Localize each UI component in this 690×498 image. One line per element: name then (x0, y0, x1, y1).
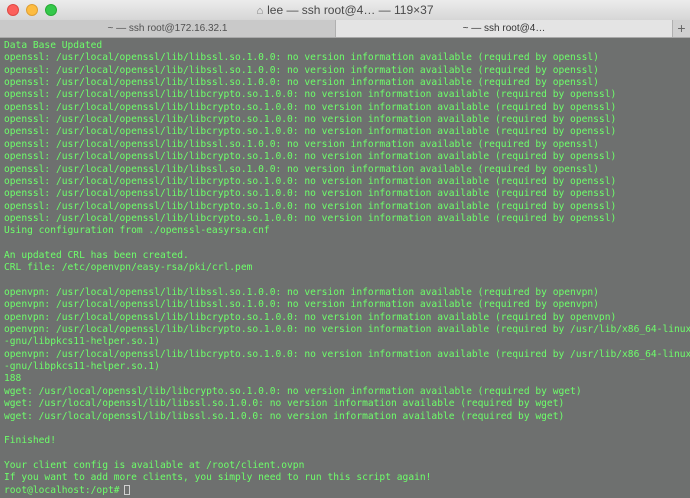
terminal-line: openssl: /usr/local/openssl/lib/libssl.s… (4, 138, 599, 150)
terminal-line: openssl: /usr/local/openssl/lib/libcrypt… (4, 89, 617, 101)
terminal-line: wget: /usr/local/openssl/lib/libssl.so.1… (4, 410, 565, 422)
terminal-line: openssl: /usr/local/openssl/lib/libssl.s… (4, 64, 599, 76)
terminal-line: openssl: /usr/local/openssl/lib/libcrypt… (4, 126, 617, 138)
house-icon: ⌂ (256, 5, 264, 17)
terminal-line: wget: /usr/local/openssl/lib/libcrypto.s… (4, 385, 582, 397)
terminal-line: openssl: /usr/local/openssl/lib/libcrypt… (4, 188, 617, 200)
terminal-line: openvpn: /usr/local/openssl/lib/libcrypt… (4, 348, 690, 360)
terminal-line: Using configuration from ./openssl-easyr… (4, 225, 270, 237)
terminal-line: CRL file: /etc/openvpn/easy-rsa/pki/crl.… (4, 262, 253, 274)
tab-ssh-172[interactable]: ~ — ssh root@172.16.32.1 (0, 20, 336, 37)
terminal-line: Your client config is available at /root… (4, 459, 305, 471)
terminal-line: openssl: /usr/local/openssl/lib/libcrypt… (4, 151, 617, 163)
terminal-line: -gnu/libpkcs11-helper.so.1) (4, 361, 160, 373)
terminal-line: openvpn: /usr/local/openssl/lib/libssl.s… (4, 287, 599, 298)
terminal-line: openssl: /usr/local/openssl/lib/libssl.s… (4, 52, 599, 64)
terminal-line: If you want to add more clients, you sim… (4, 472, 432, 484)
terminal-line: openvpn: /usr/local/openssl/lib/libcrypt… (4, 324, 690, 336)
terminal-line: Data Base Updated (4, 40, 103, 51)
title-bar[interactable]: ⌂ lee — ssh root@4… — 119×37 (0, 0, 690, 21)
window-title: ⌂ lee — ssh root@4… — 119×37 (0, 3, 690, 18)
terminal-line: wget: /usr/local/openssl/lib/libssl.so.1… (4, 398, 565, 410)
terminal-line: openvpn: /usr/local/openssl/lib/libssl.s… (4, 299, 599, 311)
terminal-line: openssl: /usr/local/openssl/lib/libcrypt… (4, 200, 617, 212)
terminal-line: openssl: /usr/local/openssl/lib/libssl.s… (4, 77, 599, 89)
terminal-window: ⌂ lee — ssh root@4… — 119×37 ~ — ssh root… (0, 0, 690, 498)
text-cursor (123, 484, 130, 495)
terminal-line: An updated CRL has been created. (4, 249, 189, 261)
terminal-line: openssl: /usr/local/openssl/lib/libcrypt… (4, 175, 617, 187)
terminal-line: openssl: /usr/local/openssl/lib/libcrypt… (4, 114, 617, 126)
terminal-line: openssl: /usr/local/openssl/lib/libcrypt… (4, 212, 617, 224)
shell-prompt: root@localhost:/opt# (4, 484, 120, 496)
new-tab-button[interactable]: + (672, 20, 690, 37)
terminal-line: openssl: /usr/local/openssl/lib/libssl.s… (4, 163, 599, 175)
terminal-line: root@localhost:/opt# (4, 484, 130, 497)
terminal-line: 188 (4, 373, 22, 385)
terminal-line: openssl: /usr/local/openssl/lib/libcrypt… (4, 101, 617, 113)
tab-ssh-active[interactable]: ~ — ssh root@4… (336, 20, 672, 37)
terminal-line: openvpn: /usr/local/openssl/lib/libcrypt… (4, 311, 617, 323)
terminal-line: Finished! (4, 435, 56, 447)
terminal-line: -gnu/libpkcs11-helper.so.1) (4, 336, 160, 348)
window-title-text: lee — ssh root@4… — 119×37 (267, 3, 434, 17)
terminal-output[interactable]: Data Base Updated openssl: /usr/local/ope… (0, 38, 690, 498)
tab-bar: ~ — ssh root@172.16.32.1 ~ — ssh root@4…… (0, 20, 690, 38)
